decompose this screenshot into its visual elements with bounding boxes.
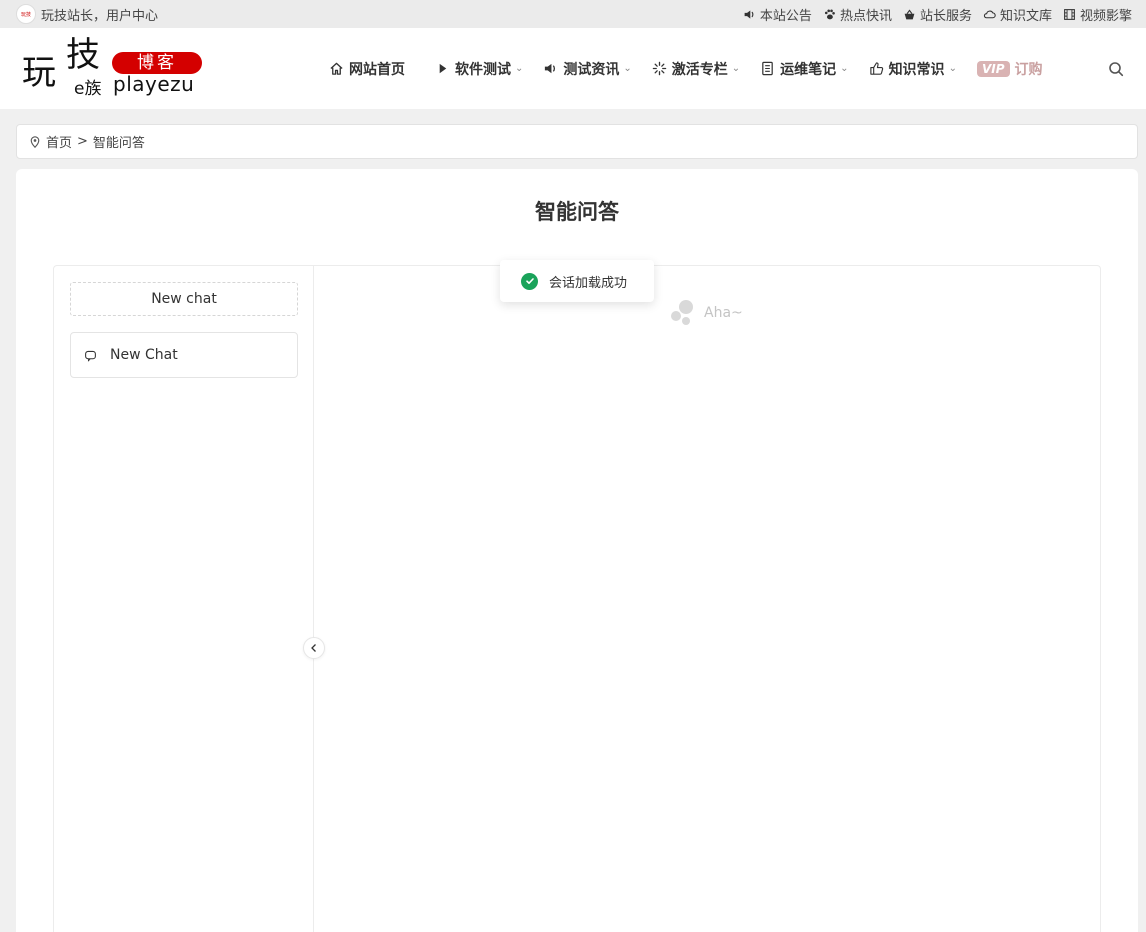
logo-badge: 博客: [112, 52, 202, 74]
page-title: 智能问答: [535, 200, 619, 224]
nav-item-software-testing[interactable]: 软件测试 ⌄: [435, 59, 523, 79]
chat-session-label: New Chat: [110, 347, 178, 363]
document-icon: [762, 61, 773, 76]
paw-icon: [824, 9, 835, 19]
toast-message: 会话加载成功: [549, 275, 628, 291]
check-circle-icon: [521, 272, 538, 290]
site-logo[interactable]: 玩 技 博客 e族 playezu: [22, 38, 204, 99]
nav-item-activation[interactable]: 激活专栏 ⌄: [652, 59, 740, 79]
success-toast: 会话加载成功: [500, 260, 654, 302]
chevron-left-icon: [311, 644, 316, 652]
breadcrumb-separator: >: [77, 134, 88, 149]
chevron-down-icon: ⌄: [623, 63, 632, 74]
new-chat-button[interactable]: New chat: [70, 282, 298, 316]
breadcrumb: 首页 > 智能问答: [16, 124, 1138, 159]
film-icon: [1064, 8, 1075, 20]
top-link-webmaster-service[interactable]: 站长服务: [903, 5, 972, 24]
chat-bubble-icon: [85, 350, 96, 362]
search-icon[interactable]: [1108, 61, 1124, 77]
vip-badge: VIP: [976, 60, 1010, 77]
chevron-down-icon: ⌄: [948, 63, 957, 74]
nav-item-ops-notes[interactable]: 运维笔记 ⌄: [760, 59, 849, 79]
placeholder-dots-icon: [671, 300, 695, 326]
user-center-link[interactable]: 玩技 玩技站长，用户中心: [16, 4, 158, 24]
site-header: 玩 技 博客 e族 playezu 网站首页 软件测试 ⌄ 测试资讯 ⌄ 激活专…: [0, 28, 1146, 109]
logo-small-text: e族: [74, 79, 102, 99]
chat-sidebar: New chat New Chat: [54, 266, 314, 932]
breadcrumb-current: 智能问答: [92, 136, 145, 151]
chat-session-item[interactable]: New Chat: [70, 332, 298, 378]
location-pin-icon: [30, 135, 40, 148]
empty-chat-placeholder: Aha~: [671, 300, 743, 326]
collapse-sidebar-button[interactable]: [303, 637, 325, 659]
thumbs-up-icon: [869, 62, 883, 75]
chevron-down-icon: ⌄: [515, 63, 524, 74]
nav-item-vip-subscribe[interactable]: VIP 订购: [976, 59, 1043, 79]
loader-icon: [652, 61, 667, 76]
nav-item-home[interactable]: 网站首页: [329, 59, 405, 79]
placeholder-text: Aha~: [704, 305, 743, 321]
breadcrumb-home-link[interactable]: 首页: [46, 132, 72, 151]
nav-item-test-news[interactable]: 测试资讯 ⌄: [543, 59, 632, 79]
cloud-icon: [983, 10, 996, 18]
top-link-video[interactable]: 视频影擎: [1063, 5, 1132, 24]
top-links: 本站公告 热点快讯 站长服务 知识文库 视频影擎: [743, 5, 1132, 24]
chevron-down-icon: ⌄: [731, 63, 741, 74]
play-icon: [439, 63, 447, 74]
top-link-knowledge-library[interactable]: 知识文库: [983, 5, 1052, 24]
logo-char-2: 技: [66, 35, 100, 75]
top-link-announcement[interactable]: 本站公告: [743, 5, 812, 24]
home-icon: [330, 62, 343, 75]
basket-icon: [904, 8, 915, 19]
chat-container: New chat New Chat Aha~: [53, 265, 1101, 932]
speaker-icon: [545, 63, 556, 74]
top-link-hot-news[interactable]: 热点快讯: [823, 5, 892, 24]
chevron-down-icon: ⌄: [840, 63, 849, 74]
main-nav: 网站首页 软件测试 ⌄ 测试资讯 ⌄ 激活专栏 ⌄ 运维笔记 ⌄ 知识常识 ⌄: [329, 28, 1063, 109]
logo-latin-text: playezu: [113, 72, 195, 96]
logo-char-1: 玩: [22, 53, 56, 93]
top-utility-bar: 玩技 玩技站长，用户中心 本站公告 热点快讯 站长服务 知识文库 视频影擎: [0, 0, 1146, 28]
nav-item-knowledge[interactable]: 知识常识 ⌄: [869, 59, 957, 79]
user-greeting: 玩技站长，用户中心: [41, 8, 159, 24]
vip-subscribe-label: 订购: [1014, 61, 1043, 78]
avatar: 玩技: [16, 4, 36, 24]
speaker-icon: [744, 9, 754, 19]
